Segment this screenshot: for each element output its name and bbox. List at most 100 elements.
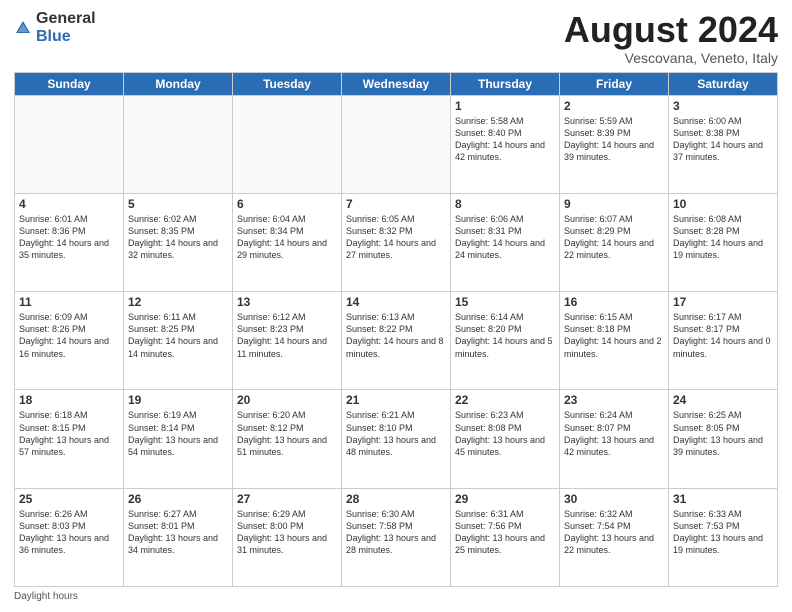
day-info: Sunrise: 5:58 AM Sunset: 8:40 PM Dayligh… [455, 115, 555, 164]
day-number: 13 [237, 295, 337, 309]
calendar-week-row: 11Sunrise: 6:09 AM Sunset: 8:26 PM Dayli… [15, 292, 778, 390]
day-info: Sunrise: 6:20 AM Sunset: 8:12 PM Dayligh… [237, 409, 337, 458]
calendar-cell: 31 Sunrise: 6:33 AM Sunset: 7:53 PM Dayli… [669, 488, 778, 586]
logo: General Blue [14, 10, 96, 45]
day-info: Sunrise: 5:59 AM Sunset: 8:39 PM Dayligh… [564, 115, 664, 164]
logo-text: General Blue [36, 10, 96, 45]
day-info: Sunrise: 6:19 AM Sunset: 8:14 PM Dayligh… [128, 409, 228, 458]
day-number: 22 [455, 393, 555, 407]
calendar-cell: 20 Sunrise: 6:20 AM Sunset: 8:12 PM Dayli… [233, 390, 342, 488]
calendar-cell: 5Sunrise: 6:02 AM Sunset: 8:35 PM Daylig… [124, 193, 233, 291]
day-number: 9 [564, 197, 664, 211]
footer: Daylight hours [14, 591, 778, 602]
calendar-cell: 14 Sunrise: 6:13 AM Sunset: 8:22 PM Dayli… [342, 292, 451, 390]
day-of-week-header: Wednesday [342, 72, 451, 95]
calendar-body: 1 Sunrise: 5:58 AM Sunset: 8:40 PM Daylig… [15, 95, 778, 586]
day-number: 8 [455, 197, 555, 211]
day-info: Sunrise: 6:27 AM Sunset: 8:01 PM Dayligh… [128, 508, 228, 557]
day-number: 28 [346, 492, 446, 506]
calendar-cell: 9 Sunrise: 6:07 AM Sunset: 8:29 PM Daylig… [560, 193, 669, 291]
day-number: 16 [564, 295, 664, 309]
calendar-cell: 4 Sunrise: 6:01 AM Sunset: 8:36 PM Daylig… [15, 193, 124, 291]
calendar-cell: 10Sunrise: 6:08 AM Sunset: 8:28 PM Dayli… [669, 193, 778, 291]
day-info: Sunrise: 6:32 AM Sunset: 7:54 PM Dayligh… [564, 508, 664, 557]
day-number: 15 [455, 295, 555, 309]
day-number: 17 [673, 295, 773, 309]
day-info: Sunrise: 6:13 AM Sunset: 8:22 PM Dayligh… [346, 311, 446, 360]
day-number: 18 [19, 393, 119, 407]
day-number: 6 [237, 197, 337, 211]
day-of-week-header: Saturday [669, 72, 778, 95]
day-info: Sunrise: 6:18 AM Sunset: 8:15 PM Dayligh… [19, 409, 119, 458]
day-info: Sunrise: 6:12 AM Sunset: 8:23 PM Dayligh… [237, 311, 337, 360]
day-info: Sunrise: 6:33 AM Sunset: 7:53 PM Dayligh… [673, 508, 773, 557]
calendar-cell: 7Sunrise: 6:05 AM Sunset: 8:32 PM Daylig… [342, 193, 451, 291]
day-info: Sunrise: 6:00 AM Sunset: 8:38 PM Dayligh… [673, 115, 773, 164]
day-number: 31 [673, 492, 773, 506]
calendar-cell: 3Sunrise: 6:00 AM Sunset: 8:38 PM Daylig… [669, 95, 778, 193]
day-number: 12 [128, 295, 228, 309]
day-of-week-header: Monday [124, 72, 233, 95]
day-info: Sunrise: 6:09 AM Sunset: 8:26 PM Dayligh… [19, 311, 119, 360]
logo-general: General [36, 10, 96, 28]
day-of-week-header: Friday [560, 72, 669, 95]
calendar-table: SundayMondayTuesdayWednesdayThursdayFrid… [14, 72, 778, 587]
day-of-week-header: Sunday [15, 72, 124, 95]
calendar-cell [124, 95, 233, 193]
calendar-cell: 2 Sunrise: 5:59 AM Sunset: 8:39 PM Daylig… [560, 95, 669, 193]
calendar-cell: 17 Sunrise: 6:17 AM Sunset: 8:17 PM Dayli… [669, 292, 778, 390]
day-info: Sunrise: 6:24 AM Sunset: 8:07 PM Dayligh… [564, 409, 664, 458]
calendar-cell: 6 Sunrise: 6:04 AM Sunset: 8:34 PM Daylig… [233, 193, 342, 291]
calendar-cell: 29 Sunrise: 6:31 AM Sunset: 7:56 PM Dayli… [451, 488, 560, 586]
calendar-cell: 25Sunrise: 6:26 AM Sunset: 8:03 PM Dayli… [15, 488, 124, 586]
calendar-cell: 16 Sunrise: 6:15 AM Sunset: 8:18 PM Dayli… [560, 292, 669, 390]
day-info: Sunrise: 6:17 AM Sunset: 8:17 PM Dayligh… [673, 311, 773, 360]
day-number: 4 [19, 197, 119, 211]
day-number: 7 [346, 197, 446, 211]
day-number: 2 [564, 99, 664, 113]
calendar-cell: 11Sunrise: 6:09 AM Sunset: 8:26 PM Dayli… [15, 292, 124, 390]
day-info: Sunrise: 6:01 AM Sunset: 8:36 PM Dayligh… [19, 213, 119, 262]
calendar-cell: 12Sunrise: 6:11 AM Sunset: 8:25 PM Dayli… [124, 292, 233, 390]
subtitle: Vescovana, Veneto, Italy [564, 50, 778, 66]
calendar-week-row: 1 Sunrise: 5:58 AM Sunset: 8:40 PM Daylig… [15, 95, 778, 193]
month-year: August 2024 [564, 10, 778, 50]
calendar-cell: 23 Sunrise: 6:24 AM Sunset: 8:07 PM Dayli… [560, 390, 669, 488]
day-number: 30 [564, 492, 664, 506]
day-number: 27 [237, 492, 337, 506]
daylight-hours-label: Daylight hours [14, 591, 78, 602]
calendar-header: SundayMondayTuesdayWednesdayThursdayFrid… [15, 72, 778, 95]
day-info: Sunrise: 6:31 AM Sunset: 7:56 PM Dayligh… [455, 508, 555, 557]
day-number: 24 [673, 393, 773, 407]
calendar-cell: 27Sunrise: 6:29 AM Sunset: 8:00 PM Dayli… [233, 488, 342, 586]
day-info: Sunrise: 6:14 AM Sunset: 8:20 PM Dayligh… [455, 311, 555, 360]
calendar-week-row: 18 Sunrise: 6:18 AM Sunset: 8:15 PM Dayli… [15, 390, 778, 488]
day-info: Sunrise: 6:06 AM Sunset: 8:31 PM Dayligh… [455, 213, 555, 262]
calendar-cell [342, 95, 451, 193]
day-info: Sunrise: 6:02 AM Sunset: 8:35 PM Dayligh… [128, 213, 228, 262]
day-number: 14 [346, 295, 446, 309]
day-number: 29 [455, 492, 555, 506]
day-info: Sunrise: 6:15 AM Sunset: 8:18 PM Dayligh… [564, 311, 664, 360]
calendar-cell: 22 Sunrise: 6:23 AM Sunset: 8:08 PM Dayli… [451, 390, 560, 488]
page: General Blue August 2024 Vescovana, Vene… [0, 0, 792, 612]
calendar-cell: 28 Sunrise: 6:30 AM Sunset: 7:58 PM Dayli… [342, 488, 451, 586]
calendar-cell: 13 Sunrise: 6:12 AM Sunset: 8:23 PM Dayli… [233, 292, 342, 390]
day-info: Sunrise: 6:07 AM Sunset: 8:29 PM Dayligh… [564, 213, 664, 262]
calendar-cell: 18 Sunrise: 6:18 AM Sunset: 8:15 PM Dayli… [15, 390, 124, 488]
day-info: Sunrise: 6:08 AM Sunset: 8:28 PM Dayligh… [673, 213, 773, 262]
calendar-cell: 8 Sunrise: 6:06 AM Sunset: 8:31 PM Daylig… [451, 193, 560, 291]
day-info: Sunrise: 6:21 AM Sunset: 8:10 PM Dayligh… [346, 409, 446, 458]
calendar-cell: 24Sunrise: 6:25 AM Sunset: 8:05 PM Dayli… [669, 390, 778, 488]
logo-blue: Blue [36, 28, 96, 46]
day-info: Sunrise: 6:04 AM Sunset: 8:34 PM Dayligh… [237, 213, 337, 262]
calendar-cell: 26Sunrise: 6:27 AM Sunset: 8:01 PM Dayli… [124, 488, 233, 586]
day-info: Sunrise: 6:30 AM Sunset: 7:58 PM Dayligh… [346, 508, 446, 557]
day-number: 23 [564, 393, 664, 407]
day-number: 20 [237, 393, 337, 407]
day-info: Sunrise: 6:23 AM Sunset: 8:08 PM Dayligh… [455, 409, 555, 458]
calendar-cell: 1 Sunrise: 5:58 AM Sunset: 8:40 PM Daylig… [451, 95, 560, 193]
day-number: 1 [455, 99, 555, 113]
day-number: 21 [346, 393, 446, 407]
day-info: Sunrise: 6:26 AM Sunset: 8:03 PM Dayligh… [19, 508, 119, 557]
